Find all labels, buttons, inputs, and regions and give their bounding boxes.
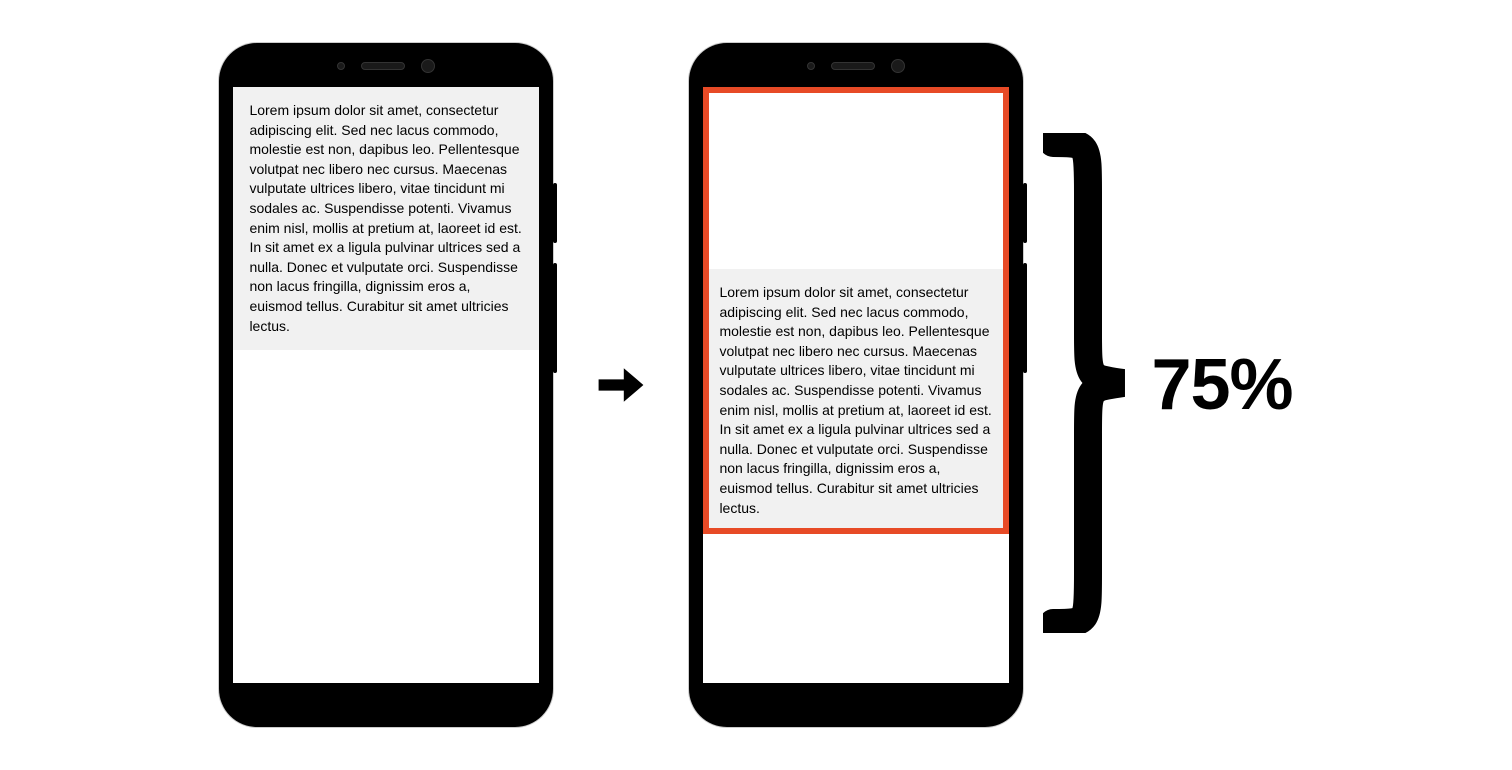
- content-text-before: Lorem ipsum dolor sit amet, consectetur …: [233, 87, 539, 350]
- brace-annotation: 75%: [1043, 135, 1292, 635]
- speaker-icon: [831, 62, 875, 70]
- volume-button-icon: [1023, 263, 1027, 373]
- camera-icon: [421, 59, 435, 73]
- volume-button-icon: [553, 263, 557, 373]
- arrow-right-icon: [593, 357, 649, 413]
- power-button-icon: [1023, 183, 1027, 243]
- sensor-dot-icon: [337, 62, 345, 70]
- camera-icon: [891, 59, 905, 73]
- phone-sensors: [337, 59, 435, 73]
- curly-brace-right-icon: [1043, 133, 1133, 638]
- viewport-shift-diagram: Lorem ipsum dolor sit amet, consectetur …: [219, 43, 1292, 727]
- phone-mockup-after: Lorem ipsum dolor sit amet, consectetur …: [689, 43, 1023, 727]
- speaker-icon: [361, 62, 405, 70]
- percent-label: 75%: [1151, 344, 1292, 426]
- phone-screen-after: Lorem ipsum dolor sit amet, consectetur …: [703, 87, 1009, 683]
- phone-sensors: [807, 59, 905, 73]
- content-text-after: Lorem ipsum dolor sit amet, consectetur …: [703, 269, 1009, 532]
- sensor-dot-icon: [807, 62, 815, 70]
- power-button-icon: [553, 183, 557, 243]
- phone-mockup-before: Lorem ipsum dolor sit amet, consectetur …: [219, 43, 553, 727]
- phone-screen-before: Lorem ipsum dolor sit amet, consectetur …: [233, 87, 539, 683]
